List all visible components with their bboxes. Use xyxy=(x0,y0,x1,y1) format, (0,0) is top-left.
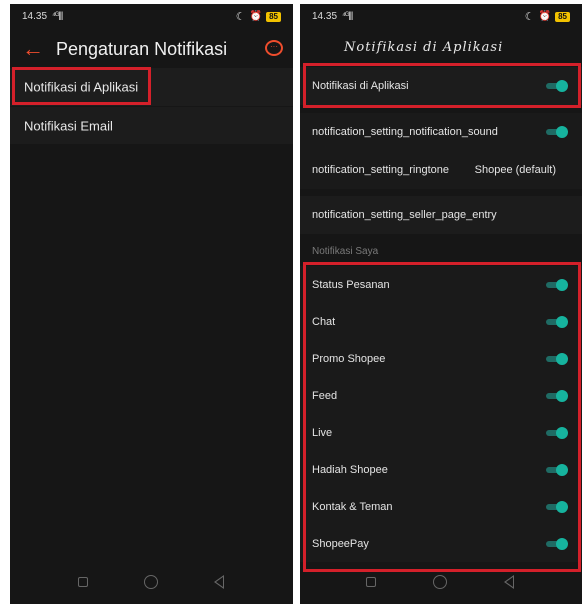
home-icon[interactable] xyxy=(144,575,158,589)
highlight-box xyxy=(12,67,151,105)
page-title: Pengaturan Notifikasi xyxy=(56,39,228,59)
chat-bubble-icon[interactable]: ··· xyxy=(265,40,283,56)
nav-bar xyxy=(10,564,293,604)
setting-row-email[interactable]: Notifikasi Email xyxy=(10,107,293,144)
setting-label: notification_setting_notification_sound xyxy=(312,126,498,138)
setting-row-sound[interactable]: notification_setting_notification_sound xyxy=(300,113,582,151)
ringtone-value: Shopee (default) xyxy=(474,164,556,176)
arrow-left-icon[interactable]: ← xyxy=(22,36,44,62)
status-time: 14.35 xyxy=(22,11,48,22)
setting-row-ringtone[interactable]: notification_setting_ringtone Shopee (de… xyxy=(300,151,582,189)
alarm-icon: ⏰ xyxy=(249,11,263,22)
battery-icon: 85 xyxy=(266,11,281,22)
app-header: ← Pengaturan Notifikasi ··· xyxy=(10,30,293,70)
status-bar: 14.35 ⁴ᴳ||| ☾ ⏰ 85 xyxy=(300,4,582,30)
recents-icon[interactable] xyxy=(366,577,376,587)
setting-label: notification_setting_seller_page_entry xyxy=(312,209,497,221)
home-icon[interactable] xyxy=(433,575,447,589)
signal-icon: ⁴ᴳ||| xyxy=(342,10,353,20)
page-title: Notifikasi di Aplikasi xyxy=(344,40,504,55)
signal-icon: ⁴ᴳ||| xyxy=(52,10,63,20)
setting-label: notification_setting_ringtone xyxy=(312,164,449,176)
back-icon[interactable] xyxy=(214,575,224,589)
back-icon[interactable] xyxy=(504,575,514,589)
highlight-box xyxy=(303,63,581,108)
section-header: Notifikasi Saya xyxy=(312,246,379,257)
alarm-icon: ⏰ xyxy=(538,11,552,22)
highlight-box xyxy=(303,262,581,572)
moon-icon: ☾ xyxy=(235,11,246,23)
setting-row-seller-page[interactable]: notification_setting_seller_page_entry xyxy=(300,196,582,234)
battery-icon: 85 xyxy=(555,11,570,22)
status-bar: 14.35 ⁴ᴳ||| ☾ ⏰ 85 xyxy=(10,4,293,30)
setting-label: Notifikasi Email xyxy=(24,118,113,133)
status-time: 14.35 xyxy=(312,11,338,22)
toggle-switch[interactable] xyxy=(546,126,568,138)
recents-icon[interactable] xyxy=(78,577,88,587)
moon-icon: ☾ xyxy=(524,11,535,23)
